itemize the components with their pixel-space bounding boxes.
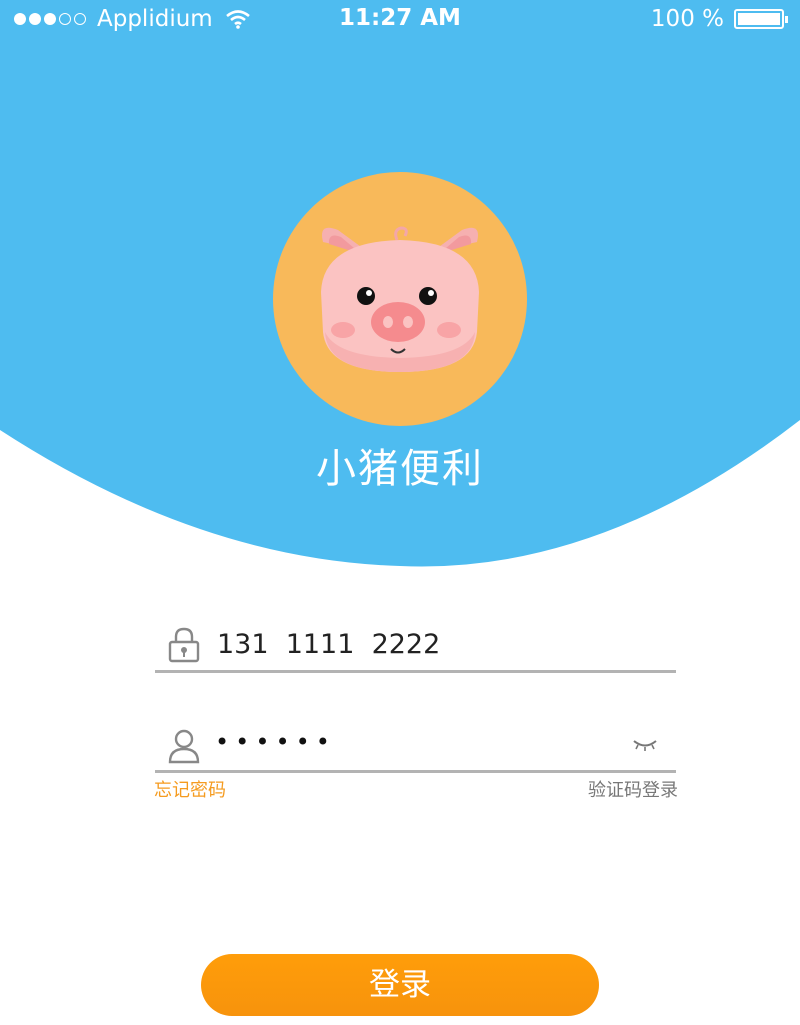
lock-icon (168, 627, 200, 663)
password-field[interactable]: •••••• (155, 726, 676, 773)
password-input-value[interactable]: •••••• (215, 728, 336, 756)
eye-closed-icon[interactable] (632, 738, 658, 752)
phone-field-underline (155, 670, 676, 673)
battery-percentage: 100 % (650, 6, 724, 32)
app-logo (273, 172, 527, 426)
battery-icon (734, 9, 788, 29)
battery-indicator: 100 % (650, 6, 788, 32)
password-field-underline (155, 770, 676, 773)
phone-input-value[interactable]: 131 1111 2222 (217, 629, 440, 660)
pig-face-icon (321, 226, 479, 372)
forgot-password-link[interactable]: 忘记密码 (154, 776, 226, 802)
status-bar: Applidium 11:27 AM 100 % (0, 0, 800, 40)
user-icon (168, 729, 200, 764)
login-button[interactable]: 登录 (201, 954, 599, 1016)
phone-field[interactable]: 131 1111 2222 (155, 625, 676, 673)
app-title: 小猪便利 (316, 446, 484, 492)
sms-login-link[interactable]: 验证码登录 (588, 776, 678, 802)
